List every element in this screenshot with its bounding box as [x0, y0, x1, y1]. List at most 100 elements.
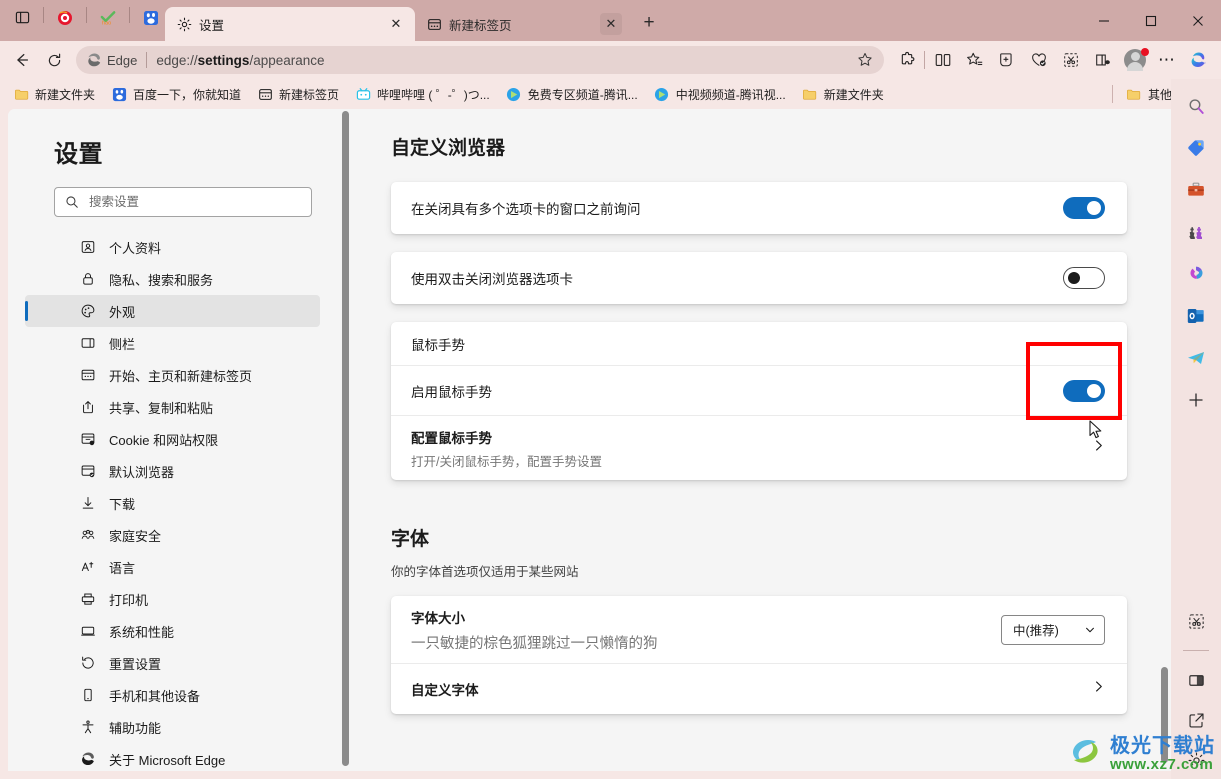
settings-more-icon[interactable]: ⋯ [1151, 45, 1183, 75]
sidebar-item-accessibility[interactable]: 辅助功能 [25, 711, 320, 743]
sidebar-item-label: 辅助功能 [109, 720, 162, 736]
bookmark-item[interactable]: 免费专区频道-腾讯... [499, 83, 645, 106]
sidebar-item-label: 语言 [109, 560, 136, 576]
sidebar-item-start-home-newtab[interactable]: 开始、主页和新建标签页 [25, 359, 320, 391]
read-aloud-icon[interactable] [1087, 45, 1119, 75]
row-font-size[interactable]: 字体大小 一只敏捷的棕色狐狸跳过一只懒惰的狗 中(推荐) [391, 596, 1127, 664]
browser-essentials-icon[interactable] [1023, 45, 1055, 75]
add-sidebar-app-icon[interactable] [1181, 385, 1211, 415]
baidu-icon[interactable] [137, 4, 165, 32]
sidebar-item-family-safety[interactable]: 家庭安全 [25, 519, 320, 551]
sidebar-item-cookies[interactable]: Cookie 和网站权限 [25, 423, 320, 455]
tab-close-button[interactable]: ✕ [385, 13, 407, 35]
divider [1111, 85, 1113, 103]
row-double-click-close[interactable]: 使用双击关闭浏览器选项卡 [391, 252, 1127, 304]
add-favorite-icon[interactable] [852, 47, 878, 73]
section-subtitle-fonts: 你的字体首选项仅适用于某些网站 [391, 565, 579, 579]
bookmark-item[interactable]: 中视频频道-腾讯视... [647, 83, 793, 106]
open-external-icon[interactable] [1181, 705, 1211, 735]
sidebar-item-label: 系统和性能 [109, 624, 175, 640]
sidebar-item-printers[interactable]: 打印机 [25, 583, 320, 615]
content-scrollbar-thumb[interactable] [1161, 667, 1168, 763]
sidebar-item-about-edge[interactable]: 关于 Microsoft Edge [25, 743, 320, 771]
font-preview-text: 一只敏捷的棕色狐狸跳过一只懒惰的狗 [411, 635, 658, 652]
games-icon[interactable] [1181, 217, 1211, 247]
system-icon [79, 623, 96, 640]
bookmark-label: 中视频频道-腾讯视... [675, 87, 786, 102]
sidebar-item-downloads[interactable]: 下载 [25, 487, 320, 519]
bookmark-label: 百度一下，你就知道 [133, 87, 242, 102]
split-screen-icon[interactable] [927, 45, 959, 75]
settings-nav-list: 个人资料 隐私、搜索和服务 外观 侧栏 开始、主页和新建标签页 共享、复制和粘贴… [8, 231, 345, 771]
sidebar-settings-icon[interactable] [1181, 745, 1211, 775]
hao123-icon[interactable]: hao [94, 4, 122, 32]
font-size-select-value: 中(推荐) [1013, 624, 1059, 638]
sidebar-item-label: 默认浏览器 [109, 464, 175, 480]
sidebar-item-label: 关于 Microsoft Edge [109, 752, 226, 768]
extensions-icon[interactable] [892, 45, 924, 75]
sidebar-item-label: 家庭安全 [109, 528, 162, 544]
bookmark-item[interactable]: 新建文件夹 [6, 83, 102, 106]
edge-sidebar-rail [1171, 79, 1221, 779]
sidebar-item-appearance[interactable]: 外观 [25, 295, 320, 327]
page-title: 设置 [54, 141, 103, 168]
toggle-ask-before-closing[interactable] [1063, 197, 1105, 219]
toggle-enable-mouse-gesture[interactable] [1063, 379, 1105, 402]
divider [1183, 650, 1209, 651]
microsoft365-icon[interactable] [1181, 259, 1211, 289]
back-button[interactable] [6, 45, 38, 75]
bookmark-label: 新建文件夹 [823, 87, 884, 102]
bookmark-item[interactable]: 新建标签页 [250, 83, 346, 106]
bookmark-item[interactable]: 新建文件夹 [795, 83, 891, 106]
reload-button[interactable] [38, 45, 70, 75]
search-icon[interactable] [1181, 91, 1211, 121]
sidebar-item-share-copy-paste[interactable]: 共享、复制和粘贴 [25, 391, 320, 423]
row-ask-before-closing[interactable]: 在关闭具有多个选项卡的窗口之前询问 [391, 182, 1127, 234]
cookie-icon [79, 431, 96, 448]
sidebar-item-reset-settings[interactable]: 重置设置 [25, 647, 320, 679]
sidebar-item-privacy[interactable]: 隐私、搜索和服务 [25, 263, 320, 295]
sidebar-item-default-browser[interactable]: 默认浏览器 [25, 455, 320, 487]
screenshot-tool-icon[interactable] [1181, 606, 1211, 636]
row-enable-mouse-gesture[interactable]: 启用鼠标手势 [391, 366, 1127, 416]
row-custom-fonts[interactable]: 自定义字体 [391, 664, 1127, 714]
search-settings-box[interactable] [54, 187, 312, 217]
search-input[interactable] [89, 195, 301, 209]
toggle-double-click-close[interactable] [1063, 267, 1105, 289]
tab-new-tab-page[interactable]: 新建标签页 ✕ [415, 7, 630, 41]
favorites-icon[interactable] [959, 45, 991, 75]
tab-list-icon[interactable] [8, 4, 36, 32]
bookmark-item[interactable]: 哔哩哔哩 ( ゜-゜)つ... [348, 83, 497, 106]
new-tab-button[interactable]: + [634, 8, 664, 38]
screenshot-icon[interactable] [1055, 45, 1087, 75]
tab-close-button[interactable]: ✕ [600, 13, 622, 35]
profile-avatar[interactable] [1119, 45, 1151, 75]
font-size-select[interactable]: 中(推荐) [1001, 614, 1105, 645]
outlook-icon[interactable] [1181, 301, 1211, 331]
sidebar-item-profile[interactable]: 个人资料 [25, 231, 320, 263]
folder-icon [13, 86, 29, 102]
row-configure-mouse-gesture[interactable]: 配置鼠标手势 打开/关闭鼠标手势，配置手势设置 [391, 416, 1127, 480]
bookmark-item[interactable]: 百度一下，你就知道 [104, 83, 248, 106]
collections-icon[interactable] [991, 45, 1023, 75]
sidebar-item-sidebar[interactable]: 侧栏 [25, 327, 320, 359]
shopping-tag-icon[interactable] [1181, 133, 1211, 163]
telegram-icon[interactable] [1181, 343, 1211, 373]
weibo-icon[interactable] [51, 4, 79, 32]
sidebar-item-system-performance[interactable]: 系统和性能 [25, 615, 320, 647]
sidebar-icon [79, 335, 96, 352]
copilot-icon[interactable] [1183, 45, 1215, 75]
maximize-button[interactable] [1127, 0, 1174, 41]
split-view-icon[interactable] [1181, 665, 1211, 695]
sidebar-item-languages[interactable]: 语言 [25, 551, 320, 583]
settings-page: 设置 个人资料 隐私、搜索和服务 外观 [8, 109, 1171, 771]
sidebar-item-label: 共享、复制和粘贴 [109, 400, 214, 416]
chevron-right-icon [1078, 680, 1105, 698]
briefcase-icon[interactable] [1181, 175, 1211, 205]
minimize-button[interactable] [1080, 0, 1127, 41]
family-icon [79, 527, 96, 544]
sidebar-item-phone-other-devices[interactable]: 手机和其他设备 [25, 679, 320, 711]
address-bar[interactable]: Edge edge://settings/appearance [76, 46, 884, 74]
tab-settings[interactable]: 设置 ✕ [165, 7, 415, 41]
close-window-button[interactable] [1174, 0, 1221, 41]
